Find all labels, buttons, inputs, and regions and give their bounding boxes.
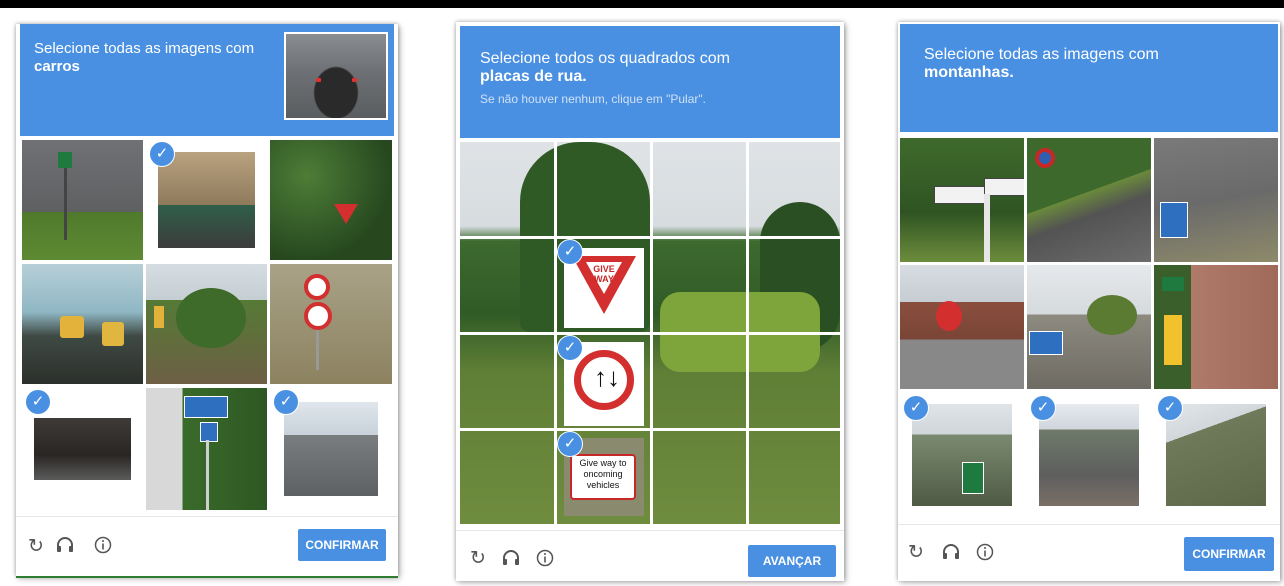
tile-5[interactable] xyxy=(146,264,267,384)
captcha-widget-mountains: Selecione todas as imagens com montanhas… xyxy=(898,22,1280,581)
checkmark-icon: ✓ xyxy=(904,396,928,420)
info-icon[interactable] xyxy=(94,536,112,559)
reload-icon[interactable]: ↻ xyxy=(908,543,924,563)
reload-icon[interactable]: ↻ xyxy=(470,549,486,569)
image-grid: ✓ ✓ ✓ xyxy=(900,138,1278,518)
checkmark-icon: ✓ xyxy=(1158,396,1182,420)
tile-4[interactable] xyxy=(900,265,1024,389)
tile-6[interactable] xyxy=(270,264,392,384)
tile-4[interactable] xyxy=(22,264,143,384)
prompt-text: Selecione todos os quadrados com xyxy=(480,50,730,67)
headphones-icon[interactable] xyxy=(942,543,960,566)
prompt-text: Selecione todas as imagens com xyxy=(924,46,1159,63)
info-icon[interactable] xyxy=(536,549,554,572)
checkmark-icon: ✓ xyxy=(558,432,582,456)
tile-1[interactable] xyxy=(900,138,1024,262)
checkmark-icon: ✓ xyxy=(26,390,50,414)
sample-car-image xyxy=(284,32,388,120)
captcha-widget-street-signs: Selecione todos os quadrados com placas … xyxy=(456,22,844,581)
tile-3[interactable] xyxy=(1154,138,1278,262)
checkmark-icon: ✓ xyxy=(1031,396,1055,420)
challenge-header: Selecione todas as imagens com carros xyxy=(20,24,394,136)
controls-footer: ↻ CONFIRMAR xyxy=(16,516,398,577)
tile-2[interactable] xyxy=(1027,138,1151,262)
checkmark-icon: ✓ xyxy=(558,336,582,360)
green-edge xyxy=(16,576,398,578)
tile-1[interactable] xyxy=(22,140,143,260)
headphones-icon[interactable] xyxy=(56,536,74,559)
top-border xyxy=(0,0,1284,8)
challenge-header: Selecione todos os quadrados com placas … xyxy=(460,26,840,138)
prompt-keyword: montanhas. xyxy=(924,64,1014,81)
confirm-button[interactable]: CONFIRMAR xyxy=(298,529,386,561)
captcha-widget-cars: Selecione todas as imagens com carros ✓ … xyxy=(16,24,398,578)
image-grid: GIVE WAY ↑↓ Give way to oncoming vehicles… xyxy=(460,142,840,524)
reload-icon[interactable]: ↻ xyxy=(28,537,44,557)
checkmark-icon: ✓ xyxy=(558,240,582,264)
headphones-icon[interactable] xyxy=(502,549,520,572)
checkmark-icon: ✓ xyxy=(274,390,298,414)
controls-footer: ↻ CONFIRMAR xyxy=(898,524,1280,581)
tile-8[interactable] xyxy=(146,388,267,510)
image-grid: ✓ ✓ ✓ xyxy=(22,140,392,512)
prompt-subtext: Se não houver nenhum, clique em "Pular". xyxy=(480,92,706,106)
tile-5[interactable] xyxy=(1027,265,1151,389)
next-button[interactable]: AVANÇAR xyxy=(748,545,836,577)
confirm-button[interactable]: CONFIRMAR xyxy=(1184,537,1274,571)
tile-6[interactable] xyxy=(1154,265,1278,389)
info-icon[interactable] xyxy=(976,543,994,566)
tile-3[interactable] xyxy=(270,140,392,260)
checkmark-icon: ✓ xyxy=(150,142,174,166)
controls-footer: ↻ AVANÇAR xyxy=(456,530,844,581)
prompt-keyword: placas de rua. xyxy=(480,68,587,85)
challenge-header: Selecione todas as imagens com montanhas… xyxy=(900,24,1278,132)
